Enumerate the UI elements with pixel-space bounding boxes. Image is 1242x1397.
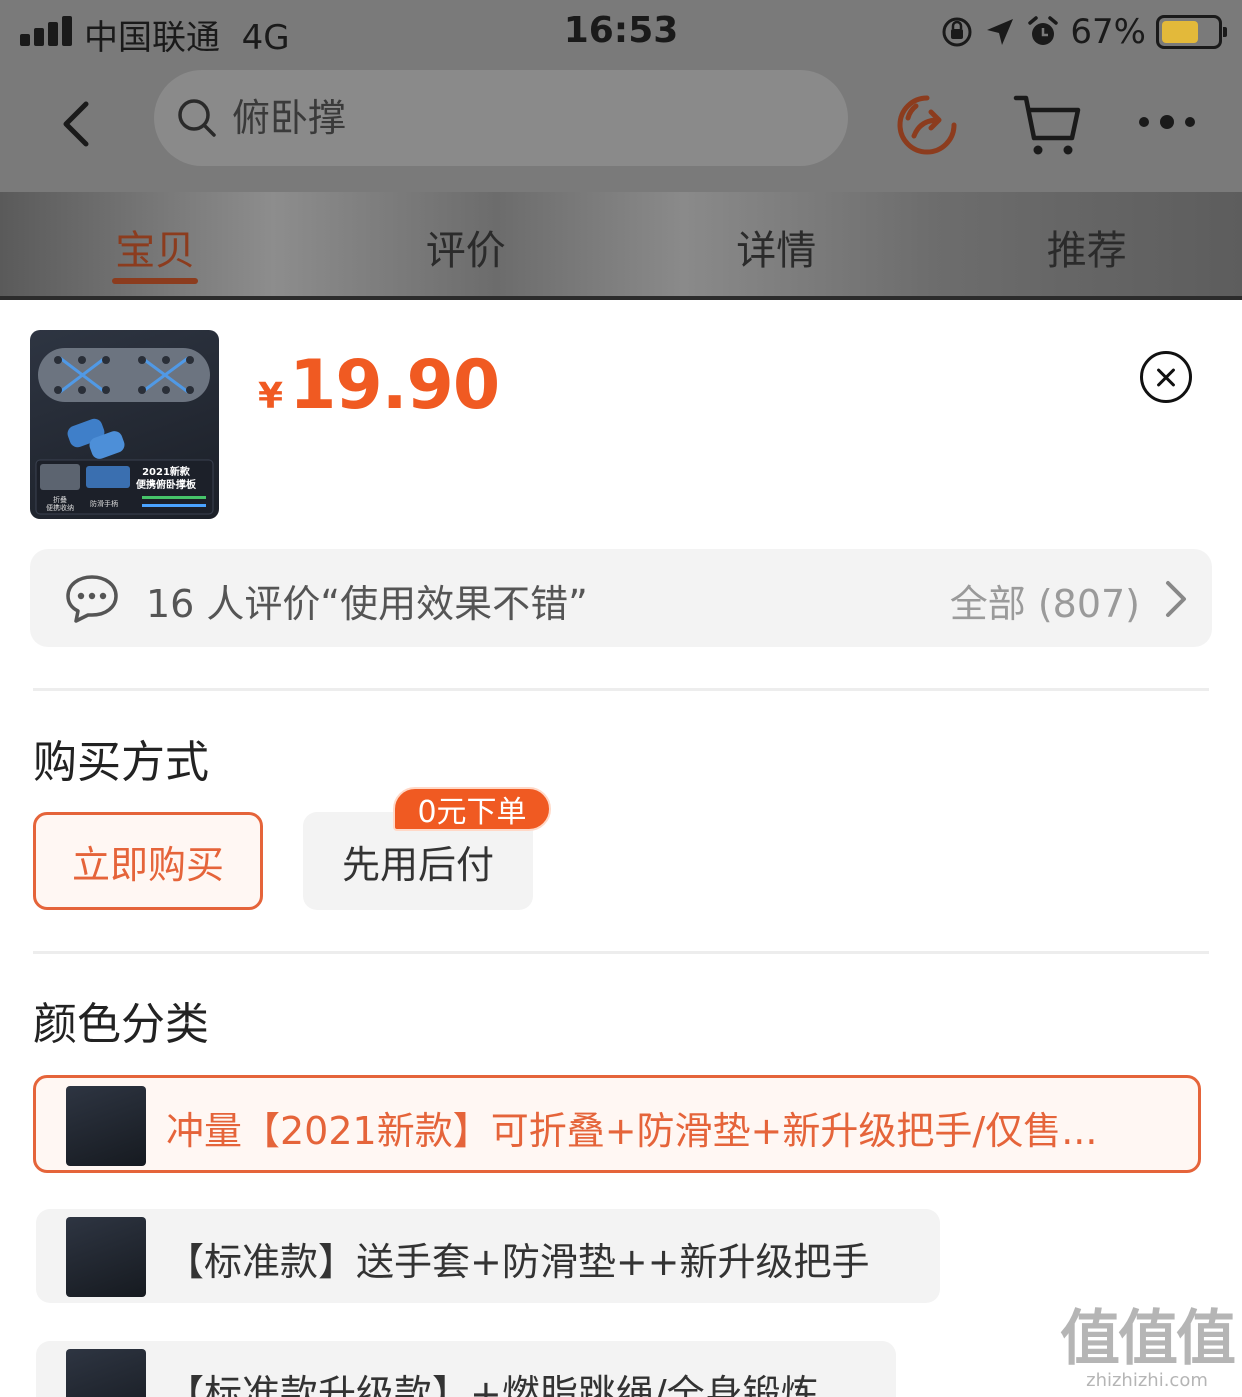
battery-fill — [1162, 21, 1199, 43]
purchase-method-title: 购买方式 — [33, 737, 209, 788]
svg-text:防滑手柄: 防滑手柄 — [90, 499, 118, 508]
svg-text:折叠: 折叠 — [53, 495, 67, 504]
cart-icon[interactable] — [1012, 90, 1082, 160]
share-icon[interactable] — [894, 92, 960, 158]
color-option-1[interactable]: 冲量【2021新款】可折叠+防滑垫+新升级把手/仅售... — [33, 1075, 1201, 1173]
review-highlight: 16 人评价“使用效果不错” — [146, 582, 588, 626]
color-option-2[interactable]: 【标准款】送手套+防滑垫++新升级把手 — [36, 1209, 940, 1303]
tab-bar: 宝贝 评价 详情 推荐 — [0, 192, 1242, 300]
alarm-icon — [1028, 16, 1059, 45]
color-option-3[interactable]: 【标准款升级款】+燃脂跳绳/全身锻炼 — [36, 1341, 896, 1397]
product-price: ¥ 19.90 — [258, 346, 500, 425]
color-option-label: 【标准款】送手套+防滑垫++新升级把手 — [166, 1240, 870, 1284]
location-arrow-icon — [987, 19, 1014, 45]
nav-bar — [0, 64, 1242, 182]
svg-text:便携俯卧撑板: 便携俯卧撑板 — [136, 478, 197, 491]
search-icon — [178, 99, 216, 137]
divider — [33, 951, 1209, 954]
search-bar[interactable] — [154, 70, 848, 166]
close-button[interactable] — [1140, 351, 1192, 403]
status-bar: 中国联通 4G 16:53 67% — [0, 0, 1242, 64]
divider — [33, 688, 1209, 691]
review-summary-bar[interactable]: 16 人评价“使用效果不错” 全部 (807) — [30, 549, 1212, 647]
currency-symbol: ¥ — [258, 376, 284, 417]
status-indicators: 67% — [940, 10, 1227, 54]
tab-baobei[interactable]: 宝贝 — [0, 192, 311, 300]
watermark-logo: 值值值 — [1060, 1304, 1236, 1374]
more-icon[interactable] — [1134, 102, 1200, 142]
review-count-link[interactable]: 全部 (807) — [950, 573, 1140, 628]
buy-now-option[interactable]: 立即购买 — [33, 812, 263, 910]
color-category-title: 颜色分类 — [33, 999, 209, 1050]
orientation-lock-icon — [942, 17, 972, 47]
dimmed-header-area: 中国联通 4G 16:53 67% 俯卧撑 宝贝 评价 详情 推荐 — [0, 0, 1242, 300]
zero-order-badge: 0元下单 — [393, 787, 551, 831]
tab-reviews[interactable]: 评价 — [311, 192, 622, 300]
pay-later-label: 先用后付 — [341, 842, 494, 887]
color-option-label: 冲量【2021新款】可折叠+防滑垫+新升级把手/仅售... — [166, 1109, 1098, 1153]
buy-now-label: 立即购买 — [71, 842, 224, 887]
svg-text:便携收纳: 便携收纳 — [46, 503, 74, 512]
pushup-board-image: 2021新款 便携俯卧撑板 折叠 便携收纳 防滑手柄 — [35, 348, 214, 515]
search-input[interactable] — [232, 96, 792, 140]
price-amount: 19.90 — [289, 346, 500, 425]
color-option-thumbnail — [66, 1217, 146, 1297]
svg-text:2021新款: 2021新款 — [142, 465, 191, 478]
color-option-thumbnail — [66, 1086, 146, 1166]
tab-recommend[interactable]: 推荐 — [932, 192, 1242, 300]
sku-selection-sheet: 2021新款 便携俯卧撑板 折叠 便携收纳 防滑手柄 ¥ 19.90 16 人评… — [0, 300, 1242, 1397]
site-watermark: 值值值 zhizhizhi.com — [1060, 1304, 1236, 1391]
chevron-right-icon — [1166, 581, 1186, 617]
back-icon[interactable] — [50, 94, 110, 154]
battery-percent: 67% — [1070, 12, 1146, 52]
tab-details[interactable]: 详情 — [621, 192, 932, 300]
chat-bubble-icon — [66, 575, 118, 623]
color-option-label: 【标准款升级款】+燃脂跳绳/全身锻炼 — [166, 1372, 819, 1397]
color-option-thumbnail — [66, 1349, 146, 1397]
product-thumbnail[interactable]: 2021新款 便携俯卧撑板 折叠 便携收纳 防滑手柄 — [30, 330, 219, 519]
battery-icon — [1156, 15, 1227, 49]
